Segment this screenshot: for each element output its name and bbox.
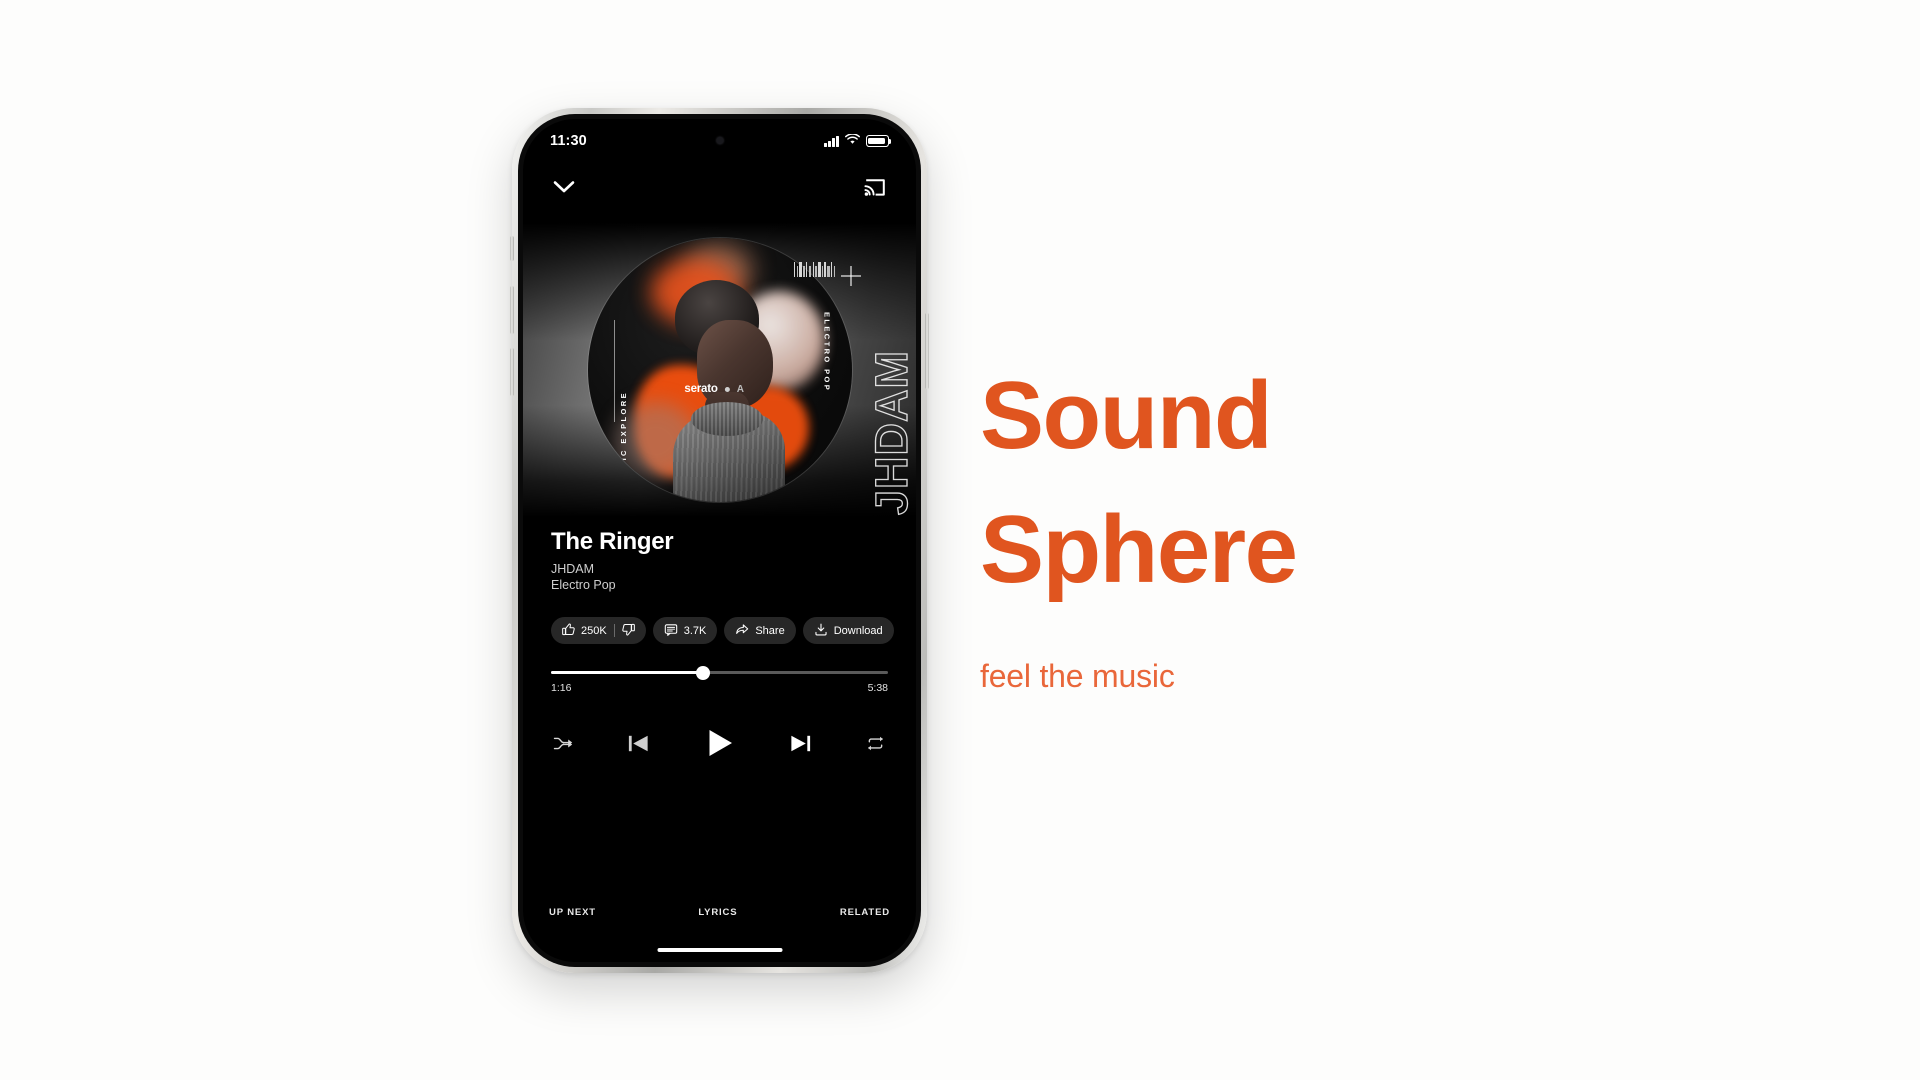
album-accent-line: [613, 320, 615, 422]
barcode-icon: [794, 262, 836, 277]
current-time: 1:16: [551, 682, 572, 694]
progress-filled: [551, 671, 703, 674]
status-bar-icons: [824, 132, 892, 150]
player-controls: [553, 727, 886, 759]
like-dislike-button[interactable]: 250K: [551, 617, 646, 644]
crosshair-icon: [841, 266, 861, 286]
phone-bezel: 11:30 serato A MUSIC EXPLORE ELECTRO POP…: [518, 114, 921, 967]
play-icon[interactable]: [704, 727, 736, 759]
brand-tagline: feel the music: [980, 658, 1175, 694]
share-icon: [735, 623, 749, 639]
comment-button[interactable]: 3.7K: [652, 617, 718, 644]
share-label: Share: [755, 624, 785, 637]
track-title: The Ringer: [551, 528, 674, 555]
album-disc: NEW ALBUM NEW ALBUM NEW ALBUM NEW ALBUM …: [587, 238, 852, 502]
player-topbar: [523, 163, 916, 211]
action-button-row: 250K 3.7K Share Download: [551, 617, 896, 644]
track-artist: JHDAM: [551, 561, 595, 576]
album-label-electro-pop: ELECTRO POP: [822, 312, 832, 393]
phone-screen: 11:30 serato A MUSIC EXPLORE ELECTRO POP…: [523, 119, 916, 962]
tab-up-next[interactable]: UP NEXT: [549, 907, 596, 918]
download-label: Download: [833, 624, 883, 637]
tab-lyrics[interactable]: LYRICS: [698, 907, 737, 918]
album-art[interactable]: NEW ALBUM NEW ALBUM NEW ALBUM NEW ALBUM …: [523, 223, 916, 517]
brand-title-line-2: Sphere: [980, 496, 1298, 603]
wifi-icon: [845, 132, 860, 150]
album-curved-text-inner-label: NEW ALBUM NEW ALBUM: [588, 238, 731, 240]
repeat-icon[interactable]: [865, 735, 886, 752]
download-button[interactable]: Download: [802, 617, 894, 644]
track-genre: Electro Pop: [551, 577, 616, 592]
brand-dot-icon: [724, 386, 730, 392]
phone-power-button[interactable]: [925, 313, 929, 389]
comment-count: 3.7K: [683, 624, 707, 637]
chip-divider: [613, 624, 615, 637]
tab-related[interactable]: RELATED: [840, 907, 890, 918]
track-info: The Ringer JHDAM Electro Pop: [551, 528, 888, 593]
progress-thumb[interactable]: [695, 665, 710, 680]
progress-slider[interactable]: [551, 665, 888, 680]
thumbs-down-icon[interactable]: [621, 623, 635, 639]
share-button[interactable]: Share: [724, 617, 796, 644]
poster-canvas: 11:30 serato A MUSIC EXPLORE ELECTRO POP…: [0, 0, 1920, 1080]
total-time: 5:38: [867, 682, 888, 694]
skip-next-icon[interactable]: [788, 731, 813, 756]
time-row: 1:16 5:38: [551, 682, 888, 694]
status-bar-time: 11:30: [550, 133, 587, 149]
shuffle-icon[interactable]: [553, 735, 574, 752]
phone-volume-down-button[interactable]: [510, 348, 514, 396]
phone-silent-switch[interactable]: [510, 236, 514, 261]
album-artist-outline-text: JHDAM: [865, 349, 916, 515]
thumbs-up-icon: [562, 622, 575, 639]
serato-wordmark: serato: [684, 383, 718, 396]
skip-previous-icon[interactable]: [626, 731, 651, 756]
phone-volume-up-button[interactable]: [510, 286, 514, 334]
signal-bars-icon: [824, 135, 839, 147]
comment-icon: [664, 623, 678, 639]
brand-suffix: A: [736, 383, 745, 395]
branding-block: Sound Sphere feel the music: [980, 368, 1500, 695]
download-icon: [814, 623, 828, 639]
phone-mockup: 11:30 serato A MUSIC EXPLORE ELECTRO POP…: [510, 108, 929, 973]
album-brand-mark: serato A: [684, 383, 745, 395]
status-bar: 11:30: [523, 119, 916, 163]
battery-full-icon: [866, 135, 892, 147]
progress-section: 1:16 5:38: [551, 665, 888, 694]
album-label-music-explore: MUSIC EXPLORE: [618, 390, 628, 484]
brand-title-line-1: Sound: [980, 362, 1273, 469]
cast-icon[interactable]: [862, 174, 888, 200]
bottom-tabs: UP NEXT LYRICS RELATED: [549, 907, 890, 918]
like-count: 250K: [581, 624, 607, 637]
home-indicator[interactable]: [657, 947, 782, 952]
chevron-down-icon[interactable]: [551, 174, 577, 200]
